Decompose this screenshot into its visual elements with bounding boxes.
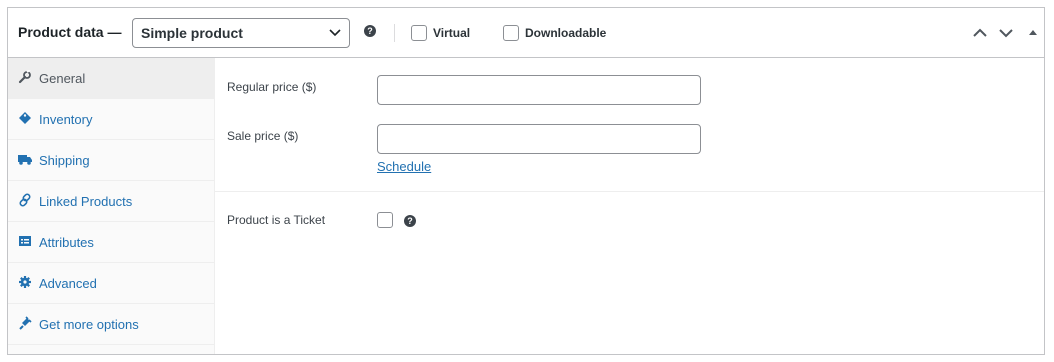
tab-label: Get more options bbox=[39, 317, 139, 332]
virtual-checkbox[interactable] bbox=[411, 25, 427, 41]
tab-shipping[interactable]: Shipping bbox=[8, 140, 215, 181]
truck-icon bbox=[18, 155, 32, 165]
table-icon bbox=[19, 236, 31, 246]
help-icon[interactable]: ? bbox=[364, 25, 376, 37]
move-up-icon[interactable] bbox=[971, 24, 989, 42]
section-divider bbox=[215, 191, 1044, 192]
tab-label: Linked Products bbox=[39, 194, 133, 209]
toggle-panel-icon[interactable] bbox=[1024, 24, 1042, 42]
regular-price-input[interactable] bbox=[377, 75, 701, 105]
ticket-label: Product is a Ticket bbox=[227, 213, 326, 227]
downloadable-label: Downloadable bbox=[525, 26, 607, 40]
tab-linked-products[interactable]: Linked Products bbox=[8, 181, 215, 222]
gear-icon bbox=[19, 276, 31, 288]
header-divider bbox=[394, 24, 395, 42]
tab-advanced[interactable]: Advanced bbox=[8, 263, 215, 304]
tab-general[interactable]: General bbox=[8, 58, 215, 99]
schedule-link[interactable]: Schedule bbox=[377, 159, 431, 174]
help-icon[interactable]: ? bbox=[404, 215, 416, 227]
sale-price-input[interactable] bbox=[377, 124, 701, 154]
sale-price-label: Sale price ($) bbox=[227, 129, 299, 143]
tag-icon bbox=[19, 112, 31, 124]
panel-title: Product data — bbox=[18, 24, 122, 40]
tab-inventory[interactable]: Inventory bbox=[8, 99, 215, 140]
tab-attributes[interactable]: Attributes bbox=[8, 222, 215, 263]
tab-label: Inventory bbox=[39, 112, 93, 127]
wrench-icon bbox=[18, 70, 31, 84]
general-options-panel: Regular price ($) Sale price ($) Schedul… bbox=[215, 58, 1044, 354]
downloadable-checkbox[interactable] bbox=[503, 25, 519, 41]
virtual-label: Virtual bbox=[433, 26, 471, 40]
product-data-tabs: General Inventory Shipping Linked Produc… bbox=[8, 58, 215, 354]
tab-label: Shipping bbox=[39, 153, 90, 168]
tab-label: Advanced bbox=[39, 276, 97, 291]
tab-label: General bbox=[39, 71, 86, 86]
product-data-panel: Product data — Simple product ? Virtual … bbox=[7, 7, 1045, 355]
tab-label: Attributes bbox=[39, 235, 94, 250]
chevron-down-icon bbox=[329, 29, 341, 37]
product-type-select[interactable]: Simple product bbox=[132, 18, 350, 48]
product-type-value: Simple product bbox=[141, 25, 243, 41]
link-icon bbox=[19, 193, 31, 207]
ticket-checkbox[interactable] bbox=[377, 212, 393, 228]
regular-price-label: Regular price ($) bbox=[227, 80, 317, 94]
move-down-icon[interactable] bbox=[997, 24, 1015, 42]
tab-get-more-options[interactable]: Get more options bbox=[8, 304, 215, 345]
plugin-icon bbox=[19, 316, 32, 330]
panel-header: Product data — Simple product ? Virtual … bbox=[8, 8, 1044, 58]
